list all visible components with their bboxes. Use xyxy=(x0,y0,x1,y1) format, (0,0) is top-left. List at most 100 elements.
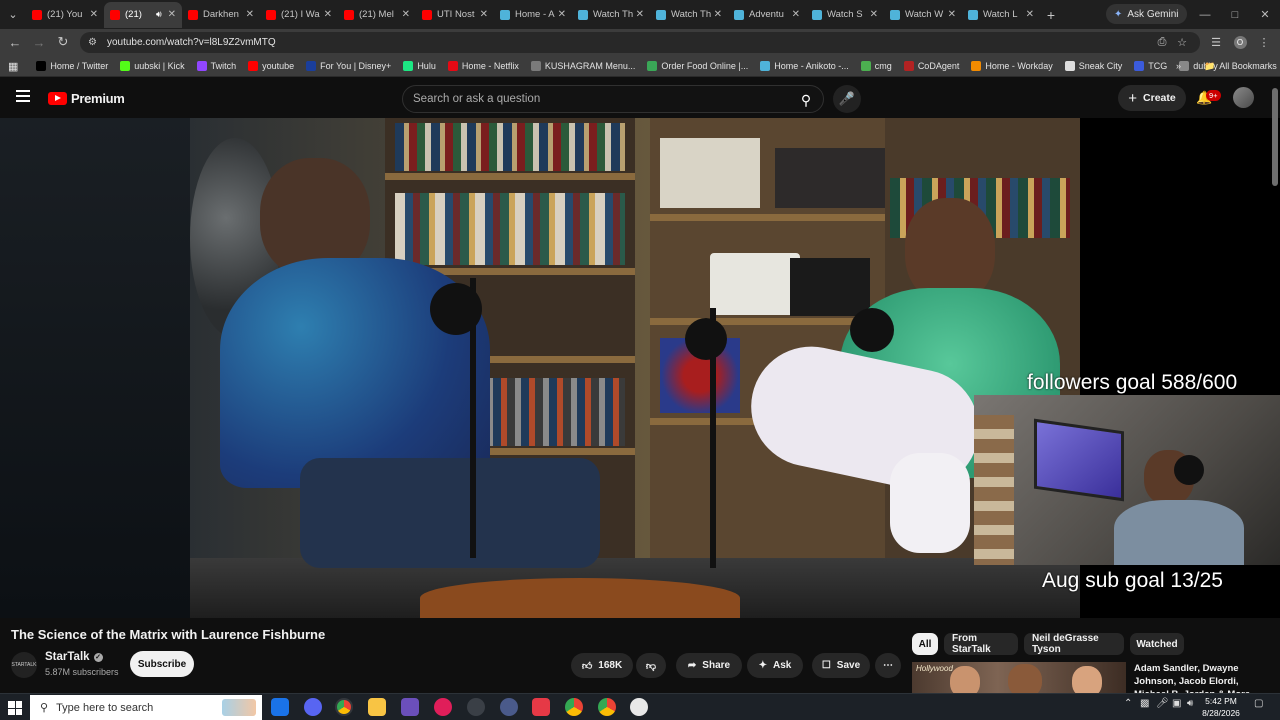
windows-start-icon[interactable] xyxy=(8,701,22,715)
video-frame[interactable] xyxy=(190,118,1080,618)
ask-gemini-button[interactable]: ✦ Ask Gemini xyxy=(1106,4,1187,24)
close-tab-icon[interactable]: ✕ xyxy=(168,9,176,20)
all-bookmarks-folder[interactable]: 📁 All Bookmarks xyxy=(1198,61,1280,72)
taskbar-search-input[interactable]: ⚲ Type here to search xyxy=(30,695,262,720)
close-tab-icon[interactable]: ✕ xyxy=(90,9,98,20)
browser-tab[interactable]: UTI Nost ✕ xyxy=(416,2,494,28)
recommendation-title[interactable]: Adam Sandler, Dwayne Johnson, Jacob Elor… xyxy=(1134,662,1274,693)
close-tab-icon[interactable]: ✕ xyxy=(792,9,800,20)
share-button[interactable]: ➦ Share xyxy=(676,653,742,678)
bookmark-item[interactable]: youtube xyxy=(242,61,300,71)
close-tab-icon[interactable]: ✕ xyxy=(402,9,410,20)
steam-icon[interactable] xyxy=(467,698,485,716)
bookmark-item[interactable]: Twitch xyxy=(191,61,243,71)
app-icon-1[interactable] xyxy=(304,698,322,716)
apps-grid-icon[interactable]: ▦ xyxy=(0,60,30,73)
bookmark-item[interactable]: cmg xyxy=(855,61,898,71)
close-tab-icon[interactable]: ✕ xyxy=(636,9,644,20)
video-player[interactable]: followers goal 588/600 Aug sub goal 13/2… xyxy=(0,118,1280,618)
hamburger-menu-icon[interactable] xyxy=(16,90,30,102)
file-explorer-icon[interactable] xyxy=(368,698,386,716)
account-avatar[interactable] xyxy=(1233,87,1254,108)
close-tab-icon[interactable]: ✕ xyxy=(480,9,488,20)
close-tab-icon[interactable]: ✕ xyxy=(1026,9,1034,20)
channel-name[interactable]: StarTalk ✓ xyxy=(45,651,103,663)
close-tab-icon[interactable]: ✕ xyxy=(948,9,956,20)
filter-chip[interactable]: Neil deGrasse Tyson xyxy=(1024,633,1124,655)
dislike-button[interactable]: 👎︎ xyxy=(636,653,666,678)
close-tab-icon[interactable]: ✕ xyxy=(870,9,878,20)
bookmark-item[interactable]: Home - Anikoto -... xyxy=(754,61,855,71)
close-window-button[interactable]: ✕ xyxy=(1250,0,1280,29)
tab-search-chevron-icon[interactable]: ⌄ xyxy=(0,2,26,28)
filter-chip[interactable]: All xyxy=(912,633,938,655)
browser-tab[interactable]: Watch W ✕ xyxy=(884,2,962,28)
game-launcher-icon[interactable] xyxy=(401,698,419,716)
site-info-icon[interactable]: ⚙ xyxy=(88,37,97,48)
create-button[interactable]: + Create xyxy=(1118,85,1186,111)
page-scrollbar[interactable] xyxy=(1272,88,1278,186)
channel-avatar[interactable]: STARTALK xyxy=(11,652,37,678)
youtube-premium-logo[interactable]: Premium xyxy=(48,91,125,106)
display-icon[interactable]: ▣ xyxy=(1172,698,1181,709)
chrome-icon[interactable] xyxy=(335,698,353,716)
network-icon[interactable]: ▩ xyxy=(1140,698,1149,709)
subscribe-button[interactable]: Subscribe xyxy=(130,651,194,677)
save-button[interactable]: ☐ Save xyxy=(812,653,870,678)
back-arrow-icon[interactable]: ← xyxy=(6,33,24,51)
install-app-icon[interactable]: ⎙ xyxy=(1154,34,1170,50)
chrome-profile-icon[interactable] xyxy=(565,698,583,716)
browser-tab[interactable]: Adventu ✕ xyxy=(728,2,806,28)
task-view-icon[interactable] xyxy=(271,698,289,716)
bookmark-item[interactable]: For You | Disney+ xyxy=(300,61,397,71)
browser-tab[interactable]: (21) I Wa ✕ xyxy=(260,2,338,28)
microphone-icon[interactable]: 🎤︎ xyxy=(1156,698,1169,709)
maximize-button[interactable]: □ xyxy=(1220,0,1250,29)
bookmark-item[interactable]: Order Food Online |... xyxy=(641,61,754,71)
bookmark-item[interactable]: Hulu xyxy=(397,61,442,71)
browser-tab[interactable]: Watch Th ✕ xyxy=(650,2,728,28)
bookmark-item[interactable]: TCG xyxy=(1128,61,1173,71)
close-tab-icon[interactable]: ✕ xyxy=(246,9,254,20)
recommendation-thumbnail[interactable]: Hollywood xyxy=(912,662,1126,694)
chrome-profile-icon-2[interactable] xyxy=(598,698,616,716)
address-bar[interactable]: ⚙ youtube.com/watch?v=l8L9Z2vmMTQ xyxy=(80,32,1200,53)
browser-tab[interactable]: Home - A ✕ xyxy=(494,2,572,28)
media-control-icon[interactable]: ☰ xyxy=(1208,34,1224,50)
close-tab-icon[interactable]: ✕ xyxy=(324,9,332,20)
notification-center-icon[interactable]: ▢ xyxy=(1254,698,1263,709)
filter-chip[interactable]: Watched xyxy=(1130,633,1184,655)
forward-arrow-icon[interactable]: → xyxy=(30,33,48,51)
close-tab-icon[interactable]: ✕ xyxy=(558,9,566,20)
bookmark-item[interactable]: KUSHAGRAM Menu... xyxy=(525,61,642,71)
filter-chip[interactable]: From StarTalk xyxy=(944,633,1018,655)
tab-audio-icon[interactable]: 🔊︎ xyxy=(156,9,162,20)
bookmark-item[interactable]: Home - Netflix xyxy=(442,61,525,71)
search-icon[interactable]: ⚲ xyxy=(795,89,817,111)
bookmark-item[interactable]: Sneak City xyxy=(1059,61,1129,71)
more-actions-icon[interactable]: ⋯ xyxy=(875,653,901,678)
browser-tab[interactable]: (21) 🔊︎ ✕ xyxy=(104,1,182,28)
bookmark-item[interactable]: CoDAgent xyxy=(898,61,966,71)
voice-search-mic-icon[interactable]: 🎤 xyxy=(833,85,861,113)
browser-tab[interactable]: Darkhen ✕ xyxy=(182,2,260,28)
minimize-button[interactable]: — xyxy=(1190,0,1220,29)
browser-tab[interactable]: Watch Th ✕ xyxy=(572,2,650,28)
system-clock[interactable]: 5:42 PM 8/28/2026 xyxy=(1198,695,1244,719)
browser-menu-icon[interactable]: ⋮ xyxy=(1256,34,1272,50)
profile-avatar[interactable]: O xyxy=(1232,34,1248,50)
volume-icon[interactable]: 🔊︎ xyxy=(1187,698,1193,709)
bookmark-item[interactable]: Home / Twitter xyxy=(30,61,114,71)
close-tab-icon[interactable]: ✕ xyxy=(714,9,722,20)
reload-icon[interactable]: ↻ xyxy=(54,33,72,51)
more-bookmarks-chevron-icon[interactable]: » xyxy=(1170,61,1187,71)
bookmark-item[interactable]: Home - Workday xyxy=(965,61,1058,71)
media-app-icon[interactable] xyxy=(434,698,452,716)
app-icon-2[interactable] xyxy=(500,698,518,716)
browser-tab[interactable]: Watch S ✕ xyxy=(806,2,884,28)
clock-app-icon[interactable] xyxy=(630,698,648,716)
search-input[interactable]: Search or ask a question ⚲ xyxy=(402,85,824,113)
app-icon-3[interactable] xyxy=(532,698,550,716)
bookmark-star-icon[interactable]: ☆ xyxy=(1174,34,1190,50)
tray-chevron-icon[interactable]: ⌃ xyxy=(1124,698,1132,709)
